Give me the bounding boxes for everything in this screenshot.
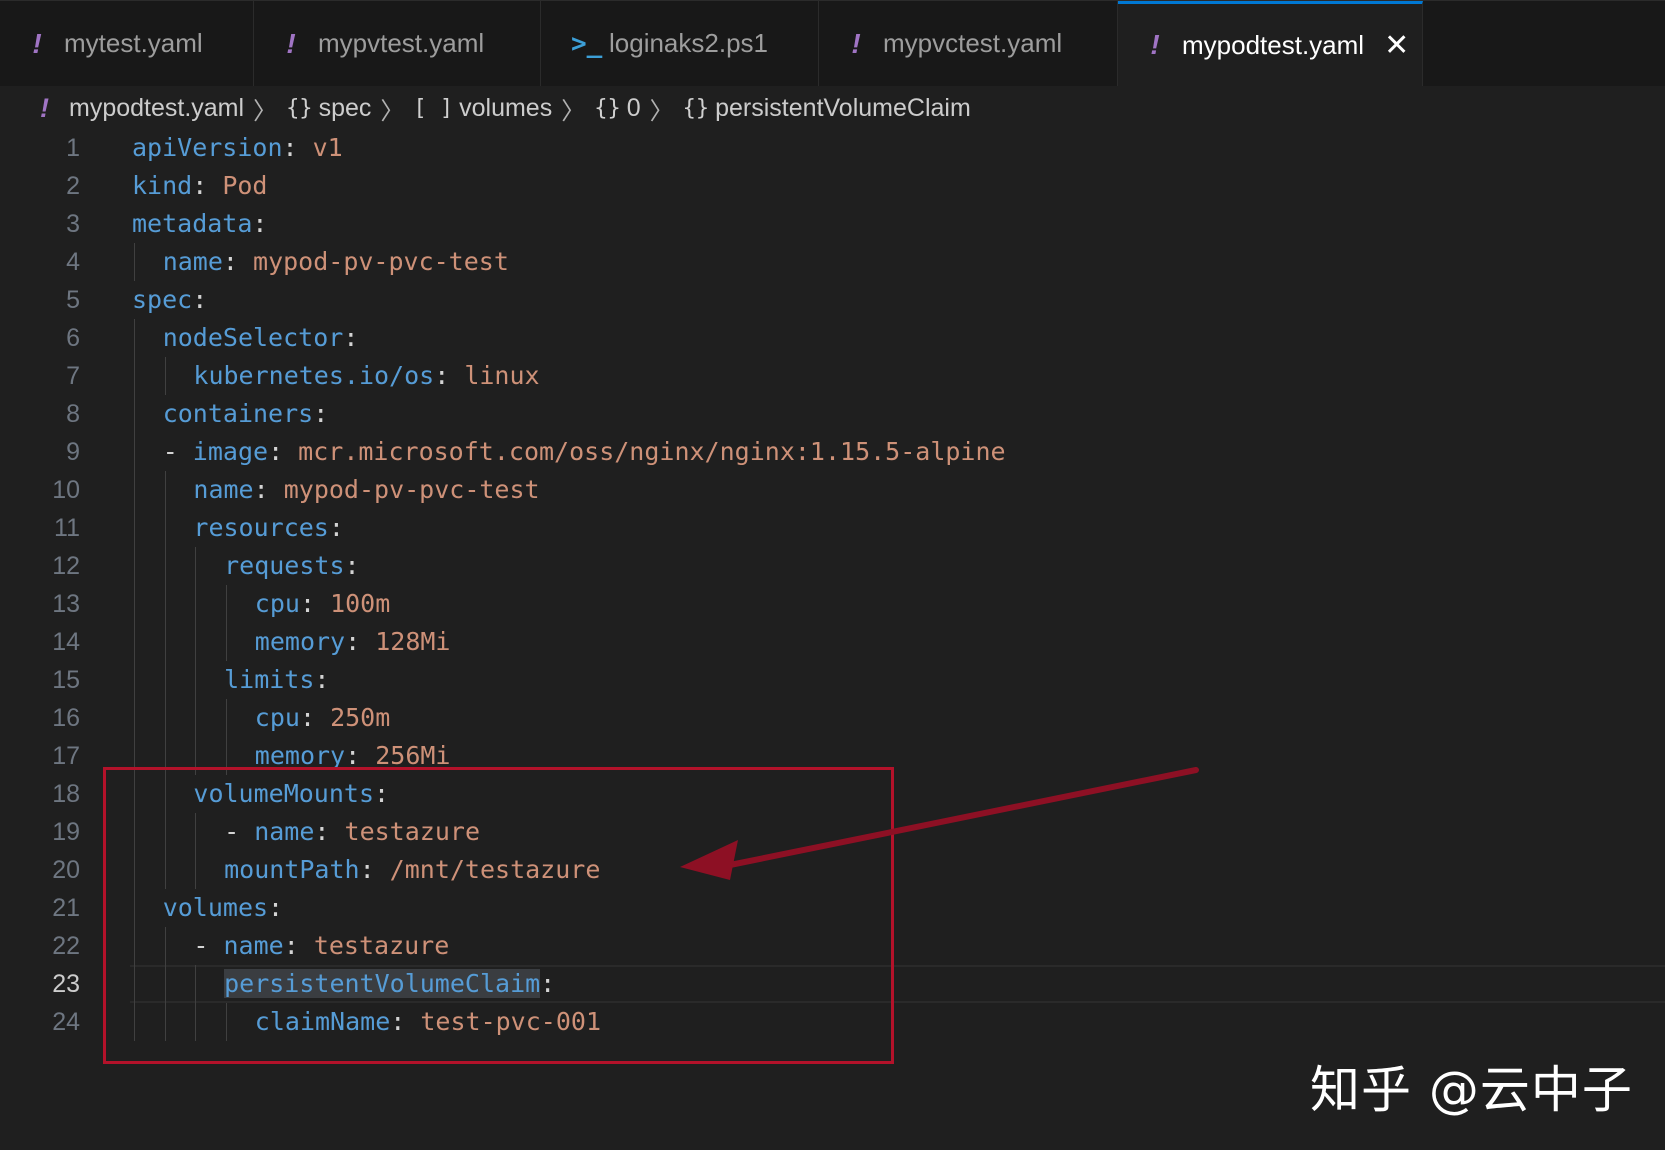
annotation-arrow-icon bbox=[680, 767, 1199, 880]
watermark: 知乎 @云中子 bbox=[1310, 1061, 1633, 1119]
